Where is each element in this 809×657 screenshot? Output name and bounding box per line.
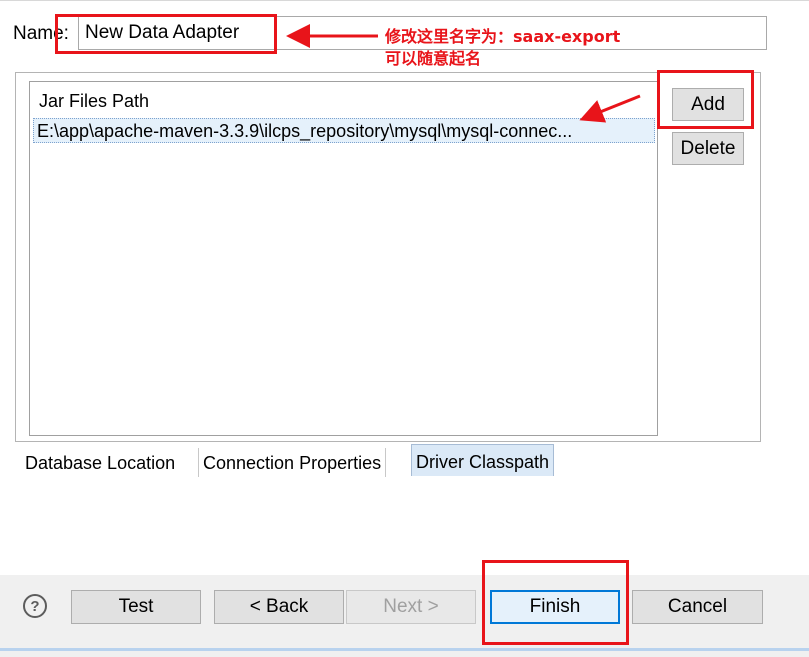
bottom-divider — [0, 648, 809, 651]
annotation-text: 修改这里名字为：saax-export 可以随意起名 — [385, 26, 620, 70]
add-highlight-box — [657, 70, 754, 129]
tab-driver-classpath[interactable]: Driver Classpath — [411, 444, 555, 476]
name-highlight-box — [55, 14, 277, 54]
list-item[interactable]: E:\app\apache-maven-3.3.9\ilcps_reposito… — [33, 118, 655, 143]
jar-path-text: E:\app\apache-maven-3.3.9\ilcps_reposito… — [37, 121, 573, 141]
test-button[interactable]: Test — [71, 590, 201, 624]
annotation-line-2: 可以随意起名 — [385, 49, 482, 68]
annotation-line-1: 修改这里名字为：saax-export — [385, 27, 621, 46]
tab-database-location[interactable]: Database Location — [21, 448, 179, 477]
finish-highlight-box — [482, 560, 629, 645]
next-button: Next > — [346, 590, 476, 624]
top-divider — [0, 0, 809, 1]
jar-files-header: Jar Files Path — [39, 91, 150, 111]
tab-connection-properties[interactable]: Connection Properties — [198, 448, 387, 477]
help-icon[interactable]: ? — [23, 594, 47, 618]
back-button[interactable]: < Back — [214, 590, 344, 624]
delete-button[interactable]: Delete — [672, 132, 744, 165]
cancel-button[interactable]: Cancel — [632, 590, 763, 624]
